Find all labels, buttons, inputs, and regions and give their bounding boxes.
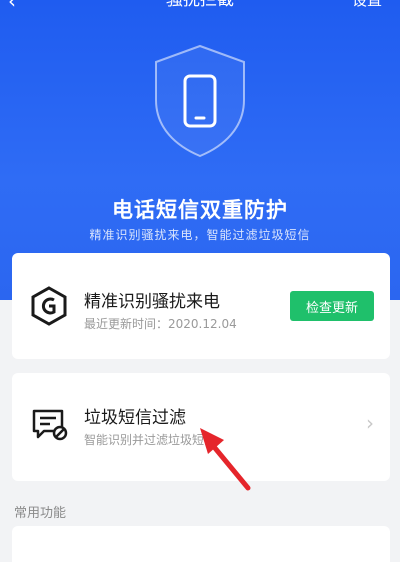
- page-title: 骚扰拦截: [166, 0, 234, 10]
- common-function-card[interactable]: [12, 526, 390, 562]
- call-card-update-time: 最近更新时间：2020.12.04: [84, 317, 237, 331]
- sms-card-title: 垃圾短信过滤: [84, 408, 186, 428]
- settings-button[interactable]: 设置: [352, 0, 382, 10]
- chevron-right-icon: ›: [366, 411, 374, 435]
- hero-subtitle: 精准识别骚扰来电，智能过滤垃圾短信: [89, 228, 311, 242]
- section-label-common-functions: 常用功能: [14, 506, 67, 521]
- shield-phone-icon: [150, 42, 250, 162]
- red-arrow-annotation-icon: [186, 420, 266, 500]
- hero-title: 电话短信双重防护: [112, 198, 288, 222]
- check-update-button[interactable]: 检查更新: [290, 291, 374, 321]
- call-protection-card: 精准识别骚扰来电 最近更新时间：2020.12.04 检查更新: [12, 253, 390, 359]
- shield-badge-icon: [30, 285, 68, 331]
- message-block-icon: [30, 407, 68, 447]
- call-card-title: 精准识别骚扰来电: [84, 292, 220, 312]
